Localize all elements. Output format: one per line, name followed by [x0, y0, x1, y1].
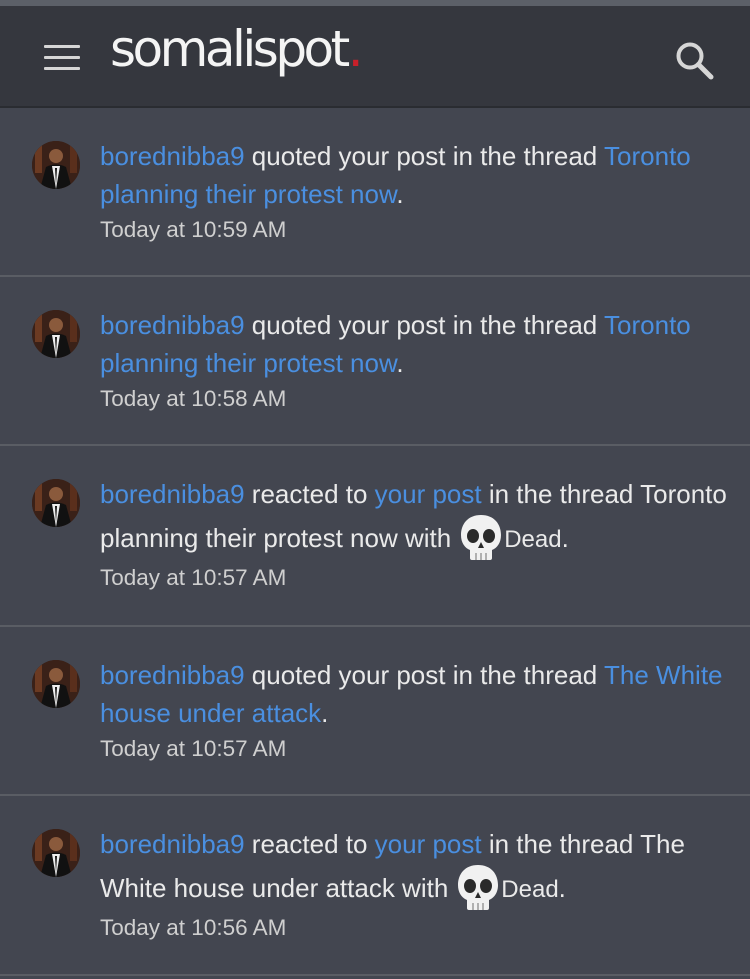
alert-time: Today at 10:57 AM — [100, 736, 287, 761]
username-link[interactable]: borednibba9 — [100, 479, 245, 509]
hamburger-menu-icon[interactable] — [44, 45, 80, 71]
username-link[interactable]: borednibba9 — [100, 141, 245, 171]
alerts-list: borednibba9 quoted your post in the thre… — [0, 108, 750, 976]
username-link[interactable]: borednibba9 — [100, 660, 245, 690]
reaction-label: Dead — [504, 526, 562, 553]
alert-text: quoted your post in the thread — [244, 310, 605, 340]
alert-item[interactable]: borednibba9 reacted to your post in the … — [0, 446, 750, 627]
reaction-label: Dead — [501, 876, 559, 903]
avatar[interactable] — [32, 660, 80, 708]
search-icon[interactable] — [674, 40, 716, 82]
alert-item[interactable]: borednibba9 reacted to your post in the … — [0, 796, 750, 976]
alert-text: reacted to — [244, 829, 375, 859]
alert-time: Today at 10:57 AM — [100, 565, 287, 590]
avatar[interactable] — [32, 829, 80, 877]
skull-icon — [456, 863, 500, 911]
alert-text: quoted your post in the thread — [244, 660, 605, 690]
alert-item[interactable]: borednibba9 quoted your post in the thre… — [0, 108, 750, 277]
alert-suffix: . — [321, 698, 329, 728]
alert-item[interactable]: borednibba9 quoted your post in the thre… — [0, 627, 750, 796]
post-link[interactable]: your post — [375, 829, 482, 859]
site-logo[interactable]: somalispot. — [110, 24, 364, 74]
alert-text: reacted to — [244, 479, 375, 509]
username-link[interactable]: borednibba9 — [100, 829, 245, 859]
alert-suffix: . — [396, 348, 404, 378]
alert-time: Today at 10:59 AM — [100, 217, 287, 242]
username-link[interactable]: borednibba9 — [100, 310, 245, 340]
alert-time: Today at 10:56 AM — [100, 915, 287, 940]
app-header: somalispot. — [0, 6, 750, 108]
avatar[interactable] — [32, 141, 80, 189]
alert-suffix: . — [558, 873, 566, 903]
alert-suffix: . — [561, 523, 569, 553]
skull-icon — [459, 513, 503, 561]
alert-text: quoted your post in the thread — [244, 141, 605, 171]
avatar[interactable] — [32, 310, 80, 358]
alert-time: Today at 10:58 AM — [100, 386, 287, 411]
post-link[interactable]: your post — [375, 479, 482, 509]
avatar[interactable] — [32, 479, 80, 527]
alert-suffix: . — [396, 179, 404, 209]
alert-item[interactable]: borednibba9 quoted your post in the thre… — [0, 277, 750, 446]
